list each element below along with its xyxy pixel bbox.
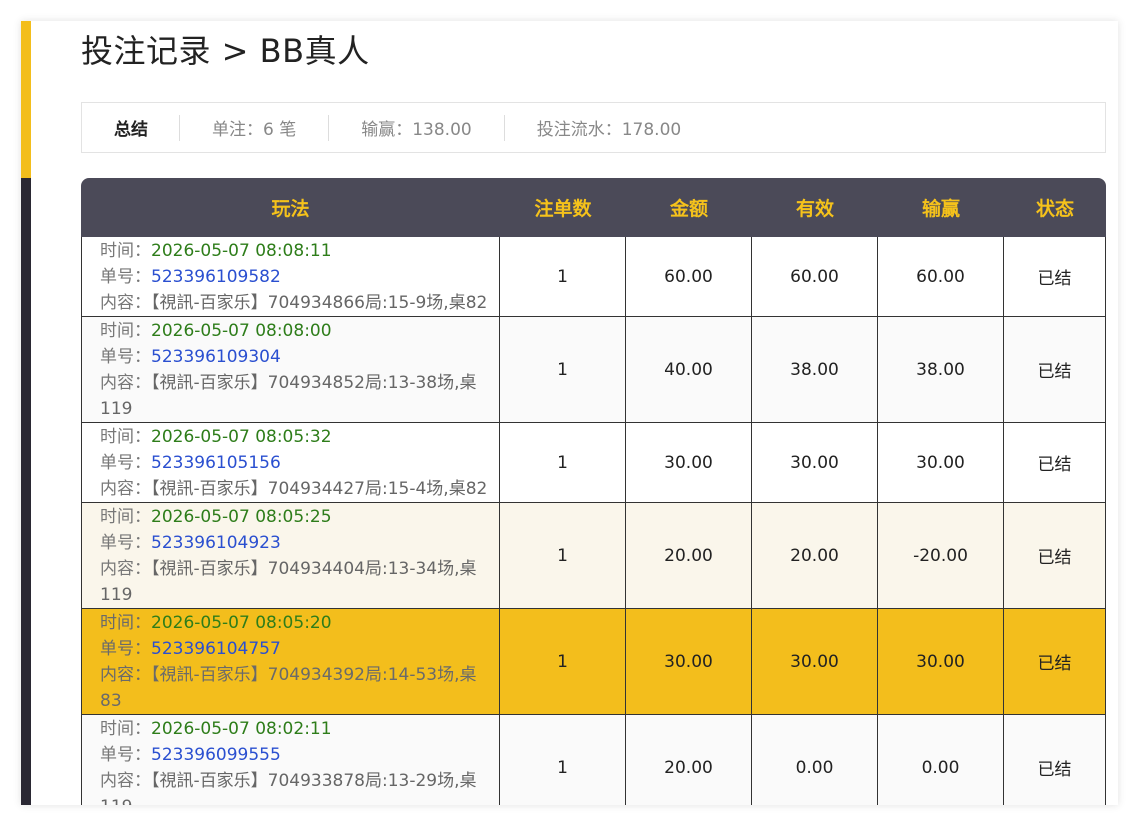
- order-number-link[interactable]: 523396109582: [151, 267, 281, 287]
- bet-amount: 20.00: [626, 715, 752, 805]
- winloss-amount: 60.00: [878, 237, 1004, 317]
- content-label: 内容：: [100, 373, 151, 393]
- bet-time: 2026-05-07 08:08:11: [151, 241, 332, 261]
- valid-amount: 30.00: [752, 423, 878, 503]
- valid-amount: 20.00: [752, 503, 878, 609]
- status-text: 已结: [1004, 317, 1106, 423]
- column-header-winloss[interactable]: 输赢: [878, 178, 1004, 237]
- status-text: 已结: [1004, 423, 1106, 503]
- bet-detail-cell: 时间：2026-05-07 08:05:32 单号：523396105156 内…: [81, 423, 500, 503]
- column-header-valid[interactable]: 有效: [752, 178, 878, 237]
- bet-content: 【視訊-百家乐】704934866局:15-9场,桌82: [151, 293, 488, 313]
- summary-turnover: 投注流水：178.00: [536, 120, 682, 140]
- summary-label: 总结: [114, 120, 148, 140]
- summary-bar: 总结 单注：6 笔 输赢：138.00 投注流水：178.00: [81, 102, 1106, 153]
- bet-amount: 30.00: [626, 423, 752, 503]
- column-header-amount[interactable]: 金额: [626, 178, 752, 237]
- table-row[interactable]: 时间：2026-05-07 08:05:32 单号：523396105156 内…: [81, 423, 1106, 503]
- bet-count: 1: [500, 237, 626, 317]
- time-label: 时间：: [100, 507, 151, 527]
- content-label: 内容：: [100, 559, 151, 579]
- winloss-amount: 0.00: [878, 715, 1004, 805]
- valid-amount: 30.00: [752, 609, 878, 715]
- content-label: 内容：: [100, 665, 151, 685]
- summary-count: 单注：6 笔: [212, 120, 297, 140]
- time-label: 时间：: [100, 613, 151, 633]
- side-accent-bar: [21, 21, 31, 178]
- bet-amount: 30.00: [626, 609, 752, 715]
- bet-count: 1: [500, 503, 626, 609]
- bet-time: 2026-05-07 08:05:20: [151, 613, 332, 633]
- bet-detail-cell: 时间：2026-05-07 08:08:11 单号：523396109582 内…: [81, 237, 500, 317]
- order-number-link[interactable]: 523396099555: [151, 745, 281, 765]
- bet-content: 【視訊-百家乐】704934392局:14-53场,桌83: [100, 665, 477, 711]
- order-number-link[interactable]: 523396105156: [151, 453, 281, 473]
- bet-count: 1: [500, 715, 626, 805]
- bet-time: 2026-05-07 08:05:32: [151, 427, 332, 447]
- table-row[interactable]: 时间：2026-05-07 08:02:11 单号：523396099555 内…: [81, 715, 1106, 805]
- bet-time: 2026-05-07 08:05:25: [151, 507, 332, 527]
- bet-content: 【視訊-百家乐】704934427局:15-4场,桌82: [151, 479, 488, 499]
- status-text: 已结: [1004, 715, 1106, 805]
- order-label: 单号：: [100, 347, 151, 367]
- time-label: 时间：: [100, 427, 151, 447]
- order-number-link[interactable]: 523396104923: [151, 533, 281, 553]
- status-text: 已结: [1004, 237, 1106, 317]
- table-row[interactable]: 时间：2026-05-07 08:08:00 单号：523396109304 内…: [81, 317, 1106, 423]
- bet-detail-cell: 时间：2026-05-07 08:02:11 单号：523396099555 内…: [81, 715, 500, 805]
- table-header-row: 玩法 注单数 金额 有效 输赢 状态: [81, 178, 1106, 237]
- valid-amount: 60.00: [752, 237, 878, 317]
- table-row[interactable]: 时间：2026-05-07 08:08:11 单号：523396109582 内…: [81, 237, 1106, 317]
- bet-content: 【視訊-百家乐】704934404局:13-34场,桌119: [100, 559, 477, 605]
- status-text: 已结: [1004, 609, 1106, 715]
- winloss-amount: 38.00: [878, 317, 1004, 423]
- bet-content: 【視訊-百家乐】704933878局:13-29场,桌119: [100, 771, 477, 805]
- order-label: 单号：: [100, 639, 151, 659]
- bet-time: 2026-05-07 08:08:00: [151, 321, 332, 341]
- side-dark-bar: [21, 178, 31, 805]
- order-number-link[interactable]: 523396104757: [151, 639, 281, 659]
- bet-time: 2026-05-07 08:02:11: [151, 719, 332, 739]
- column-header-count[interactable]: 注单数: [500, 178, 626, 237]
- winloss-amount: 30.00: [878, 423, 1004, 503]
- bet-amount: 20.00: [626, 503, 752, 609]
- summary-winloss: 输赢：138.00: [361, 120, 472, 140]
- bet-count: 1: [500, 423, 626, 503]
- winloss-amount: -20.00: [878, 503, 1004, 609]
- content-label: 内容：: [100, 771, 151, 791]
- content-label: 内容：: [100, 479, 151, 499]
- bet-detail-cell: 时间：2026-05-07 08:08:00 单号：523396109304 内…: [81, 317, 500, 423]
- bet-detail-cell: 时间：2026-05-07 08:05:20 单号：523396104757 内…: [81, 609, 500, 715]
- table-row-selected[interactable]: 时间：2026-05-07 08:05:20 单号：523396104757 内…: [81, 609, 1106, 715]
- bet-detail-cell: 时间：2026-05-07 08:05:25 单号：523396104923 内…: [81, 503, 500, 609]
- order-label: 单号：: [100, 267, 151, 287]
- time-label: 时间：: [100, 321, 151, 341]
- order-label: 单号：: [100, 533, 151, 553]
- page-title: 投注记录 > BB真人: [81, 32, 370, 70]
- bet-records-panel: 投注记录 > BB真人 总结 单注：6 笔 输赢：138.00 投注流水：178…: [21, 21, 1118, 805]
- winloss-amount: 30.00: [878, 609, 1004, 715]
- bet-amount: 60.00: [626, 237, 752, 317]
- bet-records-table: 玩法 注单数 金额 有效 输赢 状态 时间：2026-05-07 08:08:1…: [81, 178, 1106, 805]
- valid-amount: 0.00: [752, 715, 878, 805]
- time-label: 时间：: [100, 241, 151, 261]
- bet-content: 【視訊-百家乐】704934852局:13-38场,桌119: [100, 373, 477, 419]
- column-header-game[interactable]: 玩法: [81, 178, 500, 237]
- order-number-link[interactable]: 523396109304: [151, 347, 281, 367]
- column-header-status[interactable]: 状态: [1004, 178, 1106, 237]
- bet-count: 1: [500, 609, 626, 715]
- order-label: 单号：: [100, 745, 151, 765]
- bet-amount: 40.00: [626, 317, 752, 423]
- status-text: 已结: [1004, 503, 1106, 609]
- order-label: 单号：: [100, 453, 151, 473]
- table-row[interactable]: 时间：2026-05-07 08:05:25 单号：523396104923 内…: [81, 503, 1106, 609]
- content-label: 内容：: [100, 293, 151, 313]
- bet-count: 1: [500, 317, 626, 423]
- time-label: 时间：: [100, 719, 151, 739]
- valid-amount: 38.00: [752, 317, 878, 423]
